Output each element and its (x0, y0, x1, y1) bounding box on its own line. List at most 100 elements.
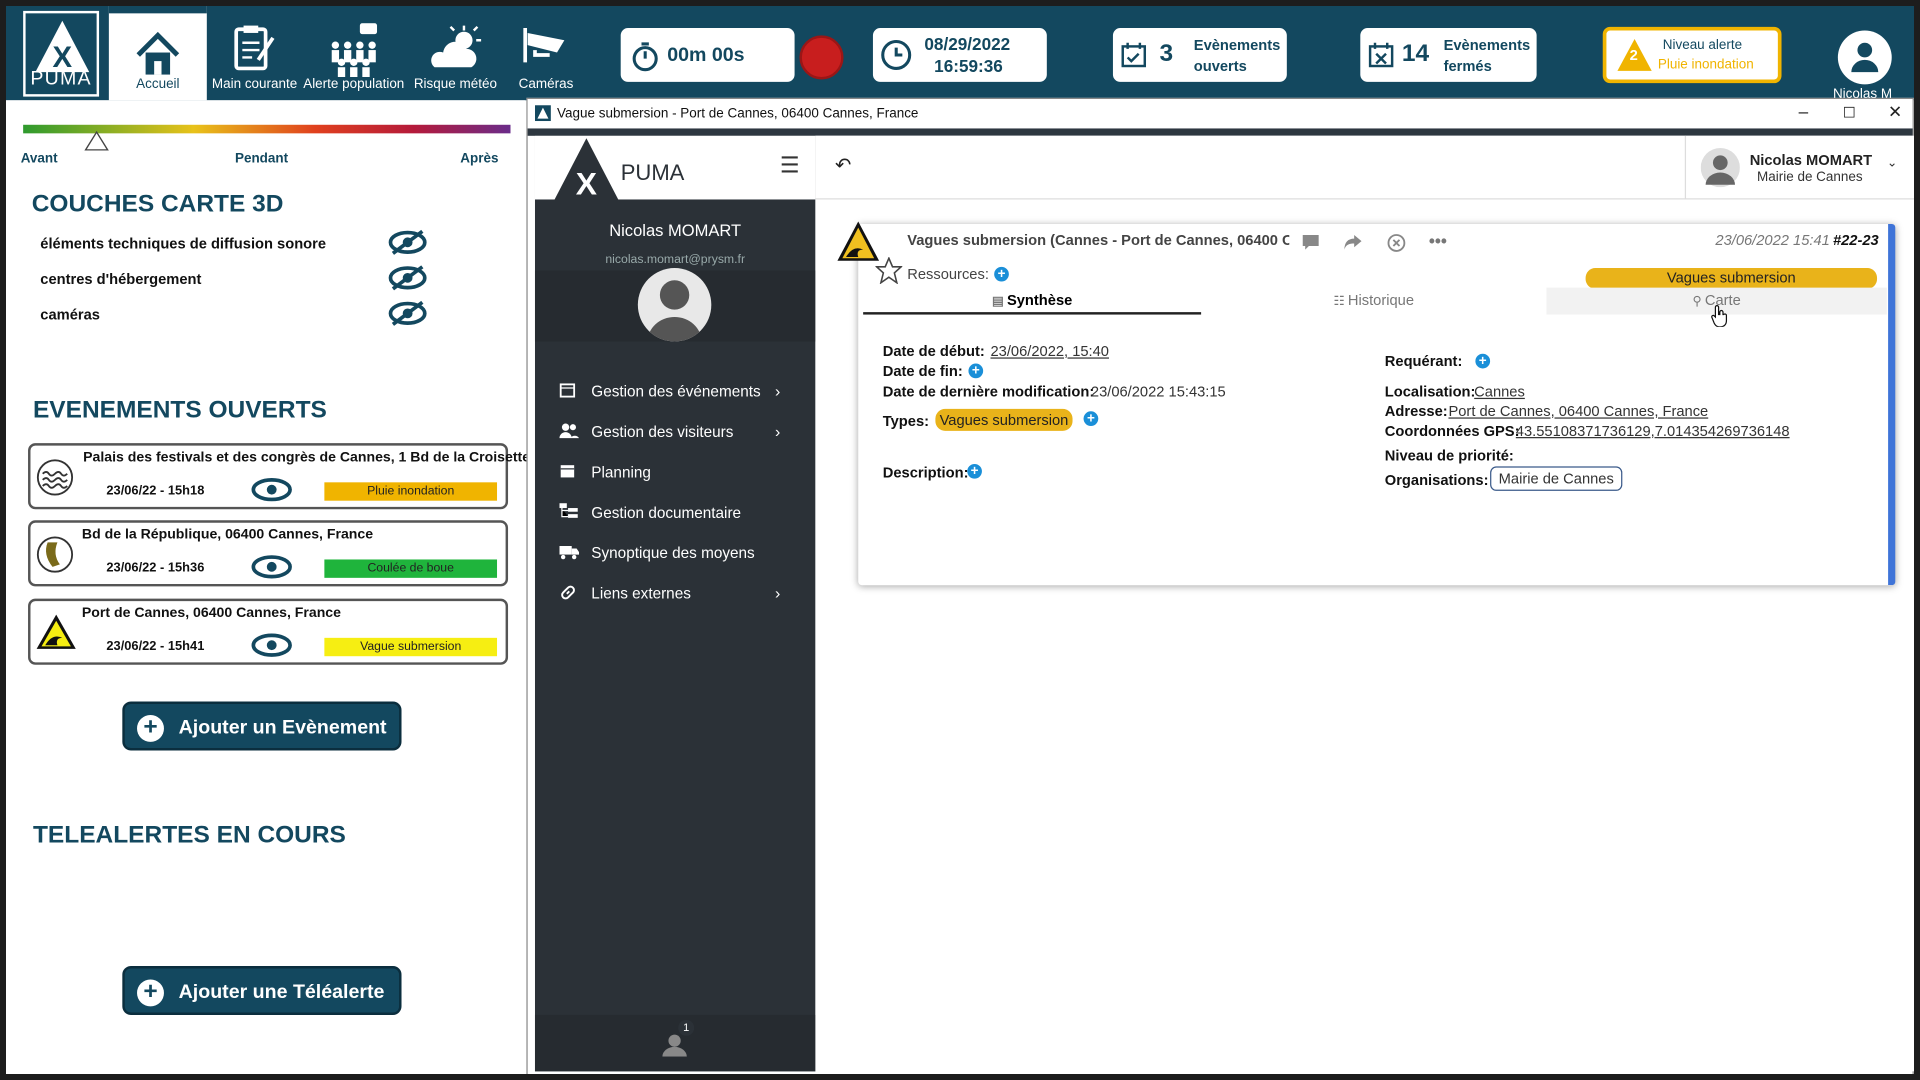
tab-label: Synthèse (1006, 291, 1073, 309)
share-icon[interactable] (1343, 234, 1363, 251)
hamburger-icon[interactable]: ☰ (780, 153, 800, 179)
event-type-badge: Vague submersion (324, 637, 498, 657)
sidebar-item-label: Planning (591, 463, 651, 482)
chevron-right-icon[interactable]: › (775, 584, 780, 602)
event-card[interactable]: Port de Cannes, 06400 Cannes, France 23/… (28, 598, 509, 665)
map-pin-icon: ⚲ (1692, 294, 1705, 309)
sidebar-logo-text: PUMA (620, 160, 685, 185)
phase-marker[interactable] (84, 130, 109, 151)
nav-cameras[interactable]: Caméras (503, 6, 589, 100)
screen: X PUMA Accueil Main courante Alerte popu… (0, 0, 1920, 1080)
eye-off-icon[interactable] (388, 229, 427, 256)
address-label: Adresse: (1384, 402, 1448, 420)
maximize-button[interactable]: ☐ (1843, 104, 1856, 121)
user-icon (1851, 42, 1879, 73)
star-icon[interactable] (875, 257, 903, 284)
layers-title: COUCHES CARTE 3D (31, 190, 284, 218)
alert-title: Niveau alerte (1662, 37, 1743, 53)
event-card[interactable]: Bd de la République, 06400 Cannes, Franc… (28, 520, 509, 587)
back-arrow-icon[interactable]: ↶ (835, 153, 851, 177)
window-toolbar-strip (527, 128, 1913, 136)
event-window: Vague submersion - Port de Cannes, 06400… (526, 97, 1914, 1074)
plus-icon: + (137, 714, 164, 742)
open-count: 3 (1159, 40, 1174, 68)
comment-icon[interactable] (1302, 234, 1320, 252)
location-value[interactable]: Cannes (1474, 383, 1525, 400)
weather-icon (431, 25, 482, 68)
header-user-org: Mairie de Cannes (1757, 170, 1863, 185)
event-card[interactable]: Palais des festivals et des congrès de C… (28, 443, 530, 510)
top-bar: X PUMA Accueil Main courante Alerte popu… (6, 6, 1914, 102)
sidebar-item-label: Gestion documentaire (591, 504, 742, 522)
main-content: ↶ Nicolas MOMART Mairie de Cannes ⌄ Vagu… (815, 135, 1914, 1072)
crowd-icon (331, 23, 378, 78)
close-circle-icon[interactable] (1387, 234, 1406, 252)
sidebar-user-email: nicolas.momart@prysm.fr (605, 253, 746, 267)
end-date-label: Date de fin: (882, 362, 963, 380)
event-title: Port de Cannes, 06400 Cannes, France (81, 606, 341, 621)
plus-icon: + (137, 979, 164, 1007)
add-resource-button[interactable]: + (994, 266, 1009, 282)
record-button[interactable] (799, 35, 844, 80)
sidebar-header: X PUMA ☰ (534, 135, 816, 200)
more-options-icon[interactable]: ••• (1429, 231, 1447, 251)
nav-main-courante[interactable]: Main courante (207, 6, 303, 100)
start-date-value[interactable]: 23/06/2022, 15:40 (990, 343, 1108, 360)
eye-off-icon[interactable] (388, 300, 427, 327)
eye-icon[interactable] (251, 477, 293, 502)
event-type-tag: Vagues submersion (1585, 268, 1878, 289)
alert-level-box[interactable]: 2 Niveau alerte Pluie inondation (1602, 26, 1782, 84)
minimize-button[interactable]: – (1799, 102, 1809, 122)
open-events-counter[interactable]: 3 Evènements ouverts (1112, 28, 1287, 82)
svg-text:X: X (576, 166, 597, 200)
gps-value[interactable]: 43.55108371736129,7.014354269736148 (1516, 422, 1790, 439)
hand-cursor-icon (1711, 305, 1728, 327)
tab-historique[interactable]: ☷ Historique (1201, 288, 1546, 315)
add-type-button[interactable]: + (1083, 411, 1099, 427)
closed-label-2: fermés (1443, 57, 1492, 75)
phase-after[interactable]: Après (460, 152, 498, 167)
nav-alerte-population[interactable]: Alerte population (302, 6, 405, 100)
eye-icon[interactable] (251, 633, 293, 657)
stopwatch-icon (632, 42, 658, 72)
eye-off-icon[interactable] (388, 264, 427, 291)
event-title: Palais des festivals et des congrès de C… (83, 450, 531, 466)
user-silhouette-icon (647, 280, 702, 342)
phase-before[interactable]: Avant (21, 152, 58, 167)
closed-events-counter[interactable]: 14 Evènements fermés (1360, 28, 1537, 82)
priority-label: Niveau de priorité: (1384, 446, 1514, 464)
add-telealert-button[interactable]: + Ajouter une Téléalerte (122, 966, 402, 1015)
list-icon: ▤ (991, 294, 1007, 309)
puma-logo[interactable]: X (552, 136, 621, 200)
calendar-x-icon (1368, 42, 1394, 68)
address-value[interactable]: Port de Cannes, 06400 Cannes, France (1448, 403, 1708, 420)
add-event-button[interactable]: + Ajouter un Evènement (122, 701, 402, 751)
organization-chip[interactable]: Mairie de Cannes (1490, 466, 1623, 491)
add-requester-button[interactable]: + (1475, 353, 1491, 369)
event-type-badge: Coulée de boue (324, 559, 498, 578)
phase-during[interactable]: Pendant (235, 152, 288, 167)
add-description-button[interactable]: + (967, 463, 982, 479)
event-detail-card: Vagues submersion (Cannes - Port de Cann… (837, 221, 1896, 586)
modified-date-label: Date de dernière modification: (882, 383, 1095, 401)
layer-label: centres d'hébergement (40, 270, 202, 288)
link-icon (561, 585, 575, 600)
chevron-down-icon[interactable]: ⌄ (1887, 157, 1897, 170)
chevron-right-icon[interactable]: › (775, 382, 780, 400)
user-avatar[interactable] (1837, 30, 1892, 85)
organizations-label: Organisations: (1384, 471, 1489, 489)
header-user-menu[interactable]: Nicolas MOMART Mairie de Cannes ⌄ (1684, 135, 1914, 200)
chevron-right-icon[interactable]: › (775, 422, 780, 440)
eye-icon[interactable] (251, 555, 293, 579)
app-logo[interactable]: X PUMA (23, 10, 100, 97)
add-end-date-button[interactable]: + (968, 363, 984, 379)
history-icon: ☷ (1333, 294, 1348, 309)
sidebar-footer: 1 (534, 1014, 816, 1072)
event-title: Bd de la République, 06400 Cannes, Franc… (81, 527, 374, 543)
nav-accueil[interactable]: Accueil (108, 6, 207, 101)
nav-risque-meteo[interactable]: Risque météo (410, 6, 501, 100)
event-date: 23/06/22 - 15h18 (106, 483, 205, 499)
close-window-button[interactable]: ✕ (1888, 102, 1902, 123)
tab-synthese[interactable]: ▤ Synthèse (863, 288, 1202, 315)
open-label: Evènements (1193, 36, 1281, 54)
